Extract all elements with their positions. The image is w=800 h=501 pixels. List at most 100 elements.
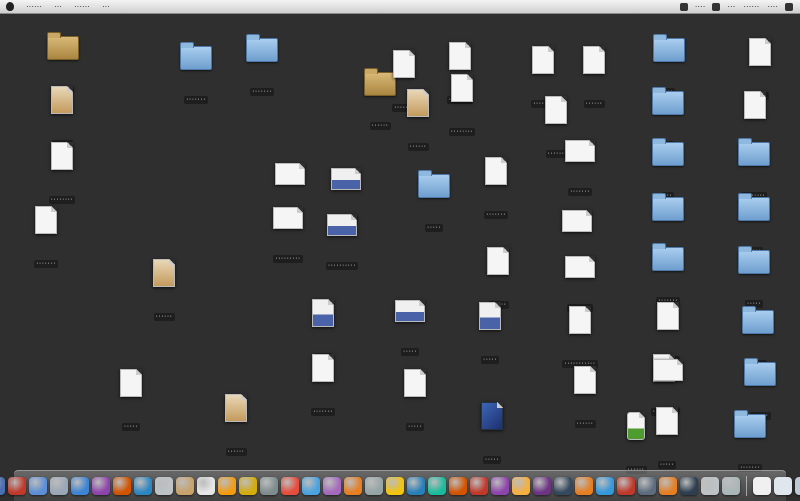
desktop-file[interactable]: ·········· <box>307 214 377 272</box>
document-icon <box>407 89 429 117</box>
desktop-folder[interactable]: ····· <box>723 306 793 370</box>
dock-app-icon[interactable] <box>449 477 467 495</box>
dock-app-icon[interactable] <box>701 477 719 495</box>
document-icon <box>485 157 507 185</box>
dock-app-icon[interactable] <box>176 477 194 495</box>
desktop-file[interactable]: ······· <box>545 140 615 198</box>
dock-app-icon[interactable] <box>491 477 509 495</box>
folder-icon <box>738 193 770 221</box>
dock-app-icon[interactable] <box>0 477 5 495</box>
dock-app-icon[interactable] <box>512 477 530 495</box>
desktop-folder[interactable]: ····· <box>719 193 789 257</box>
menu-item[interactable]: ··· <box>48 2 68 11</box>
volume-icon[interactable] <box>712 2 721 11</box>
desktop-folder[interactable]: ····· <box>399 170 469 234</box>
desktop-file[interactable]: ······ <box>129 259 199 323</box>
dock-app-icon[interactable] <box>260 477 278 495</box>
dock-app-icon[interactable] <box>323 477 341 495</box>
dock-app-icon[interactable] <box>386 477 404 495</box>
dock-app-icon[interactable] <box>29 477 47 495</box>
desktop-file[interactable]: ····· <box>457 402 527 466</box>
folder-icon <box>47 32 79 60</box>
dock-app-icon[interactable] <box>302 477 320 495</box>
apple-menu-icon[interactable] <box>6 2 14 11</box>
dock-app-icon[interactable] <box>659 477 677 495</box>
desktop-item-label: ····· <box>121 423 141 431</box>
desktop-file[interactable]: ······· <box>288 354 358 418</box>
desktop-file[interactable]: ··········· <box>545 306 615 370</box>
desktop-folder[interactable]: ······· <box>161 42 231 106</box>
status-item[interactable]: ···· <box>691 2 710 11</box>
spotlight-icon[interactable] <box>785 2 793 11</box>
document-icon <box>120 369 142 397</box>
document-icon <box>583 46 605 74</box>
dock-app-icon[interactable] <box>113 477 131 495</box>
folder-icon <box>180 42 212 70</box>
desktop-folder[interactable]: ········ <box>719 138 789 202</box>
dock-app-icon[interactable] <box>344 477 362 495</box>
desktop-item-label: ······· <box>184 96 208 104</box>
dock-app-icon[interactable] <box>428 477 446 495</box>
dock-app-icon[interactable] <box>218 477 236 495</box>
dock-app-icon[interactable] <box>365 477 383 495</box>
document-icon <box>312 354 334 382</box>
desktop-file[interactable]: ······· <box>461 157 531 221</box>
desktop-file[interactable]: ····· <box>632 407 702 471</box>
dock-stack-icon[interactable] <box>753 477 771 495</box>
dock-app-icon[interactable] <box>638 477 656 495</box>
dock-stack-icon[interactable] <box>774 477 792 495</box>
dock-app-icon[interactable] <box>596 477 614 495</box>
dock-app-icon[interactable] <box>281 477 299 495</box>
desktop-item-label: ······· <box>484 211 508 219</box>
status-icon[interactable] <box>679 2 688 11</box>
dock-app-icon[interactable] <box>470 477 488 495</box>
desktop-file[interactable]: ····· <box>375 300 445 358</box>
desktop-folder[interactable]: ······· <box>715 410 785 474</box>
dock-app-icon[interactable] <box>50 477 68 495</box>
desktop-file[interactable]: ······ <box>27 86 97 150</box>
folder-icon <box>246 34 278 62</box>
desktop-folder[interactable]: ··· <box>634 34 704 98</box>
dock-app-icon[interactable] <box>617 477 635 495</box>
dock-app-icon[interactable] <box>722 477 740 495</box>
desktop-file[interactable]: ····· <box>380 369 450 433</box>
dock-app-icon[interactable] <box>533 477 551 495</box>
document-icon <box>569 306 591 334</box>
menu-item[interactable]: ······ <box>68 2 96 11</box>
dock <box>0 470 800 501</box>
desktop-folder[interactable]: ······· <box>227 34 297 98</box>
desktop-item-label: ······ <box>407 143 429 151</box>
clock[interactable]: ······ <box>739 2 763 11</box>
dock-app-icon[interactable] <box>8 477 26 495</box>
status-item[interactable]: ··· <box>723 2 739 11</box>
menu-item[interactable]: ··· <box>96 2 116 11</box>
dock-app-icon[interactable] <box>134 477 152 495</box>
app-menu-item[interactable]: ······ <box>20 2 48 11</box>
dock-app-icon[interactable] <box>554 477 572 495</box>
desktop-file[interactable]: ········ <box>27 142 97 206</box>
document-icon <box>35 206 57 234</box>
desktop-file[interactable]: ········ <box>427 74 497 138</box>
desktop-folder[interactable]: ····· <box>719 246 789 310</box>
dock-app-icon[interactable] <box>155 477 173 495</box>
desktop-file[interactable]: ······ <box>201 394 271 458</box>
desktop-item-label: ····· <box>400 348 420 356</box>
document-icon <box>51 142 73 170</box>
desktop-folder[interactable]: ··· <box>633 138 703 202</box>
dock-app-icon[interactable] <box>197 477 215 495</box>
desktop-file[interactable]: ······· <box>11 206 81 270</box>
desktop-folder[interactable]: ······· <box>633 243 703 307</box>
desktop-file[interactable]: ····· <box>455 302 525 366</box>
document-icon <box>449 42 471 70</box>
trash-icon[interactable] <box>795 477 800 495</box>
dock-app-icon[interactable] <box>239 477 257 495</box>
dock-app-icon[interactable] <box>92 477 110 495</box>
menu-bar-status-area: ···· ··· ······ ···· <box>677 2 796 11</box>
dock-app-icon[interactable] <box>575 477 593 495</box>
dock-app-icon[interactable] <box>680 477 698 495</box>
document-icon <box>545 96 567 124</box>
desktop-file[interactable]: ····· <box>96 369 166 433</box>
status-item[interactable]: ···· <box>763 2 782 11</box>
dock-app-icon[interactable] <box>71 477 89 495</box>
dock-app-icon[interactable] <box>407 477 425 495</box>
